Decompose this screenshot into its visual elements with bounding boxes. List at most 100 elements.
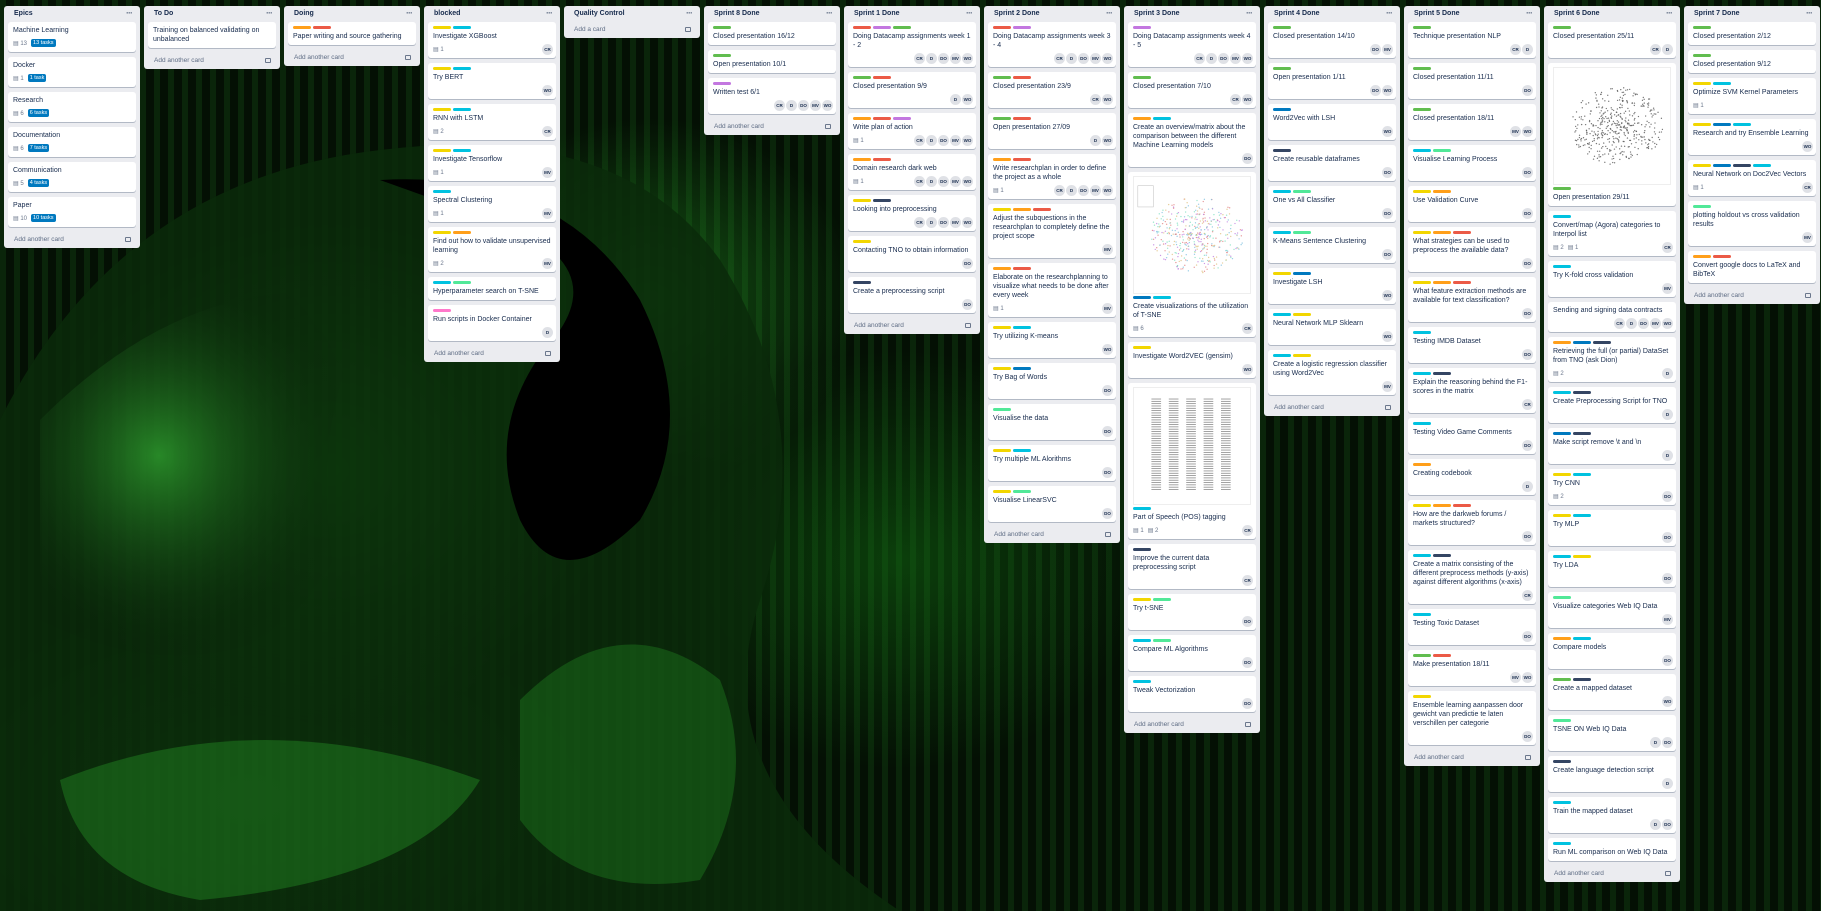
label-green[interactable] <box>1553 678 1571 681</box>
label-black[interactable] <box>1593 341 1611 344</box>
card[interactable]: Improve the current data preprocessing s… <box>1128 544 1256 589</box>
card[interactable]: Adjust the subquestions in the researchp… <box>988 204 1116 258</box>
label-green[interactable] <box>1413 67 1431 70</box>
label-yellow[interactable] <box>1273 272 1291 275</box>
label-blue[interactable] <box>1553 432 1571 435</box>
label-yellow[interactable] <box>993 367 1011 370</box>
member-avatar[interactable]: WO <box>1662 318 1673 329</box>
member-avatar[interactable]: WO <box>1102 185 1113 196</box>
label-yellow[interactable] <box>433 67 451 70</box>
card[interactable]: Retrieving the full (or partial) DataSet… <box>1548 337 1676 382</box>
member-avatar[interactable]: MV <box>1662 614 1673 625</box>
member-avatar[interactable]: DO <box>798 100 809 111</box>
card[interactable]: Neural Network on Doc2Vec Vectors ▤ 1 CR <box>1688 160 1816 196</box>
label-yellow[interactable] <box>1693 123 1711 126</box>
label-yellow[interactable] <box>853 240 871 243</box>
label-orange[interactable] <box>1433 504 1451 507</box>
label-lime[interactable] <box>1553 596 1571 599</box>
member-avatar[interactable]: WO <box>1242 94 1253 105</box>
label-lime[interactable] <box>1293 190 1311 193</box>
label-lime[interactable] <box>1433 149 1451 152</box>
card[interactable]: Try LDA DO <box>1548 551 1676 587</box>
list-menu-icon[interactable]: ··· <box>1666 6 1673 21</box>
card[interactable]: What strategies can be used to preproces… <box>1408 227 1536 272</box>
card[interactable]: Training on balanced validating on unbal… <box>148 22 276 48</box>
member-avatar[interactable]: DO <box>1522 258 1533 269</box>
member-avatar[interactable]: D <box>1650 737 1661 748</box>
card[interactable]: Try multiple ML Alorithms DO <box>988 445 1116 481</box>
label-sky[interactable] <box>1713 82 1731 85</box>
label-yellow[interactable] <box>993 490 1011 493</box>
label-purple[interactable] <box>1013 26 1031 29</box>
label-green[interactable] <box>1553 26 1571 29</box>
member-avatar[interactable]: WO <box>1382 331 1393 342</box>
card[interactable]: Closed presentation 18/11 MV WO <box>1408 104 1536 140</box>
label-sky[interactable] <box>433 281 451 284</box>
card[interactable]: Creating codebook D <box>1408 459 1536 495</box>
label-orange[interactable] <box>1413 463 1431 466</box>
card[interactable]: Docker ▤ 11 task <box>8 57 136 87</box>
card[interactable]: Paper ▤ 10 10 tasks <box>8 197 136 227</box>
card[interactable]: Visualise the data DO <box>988 404 1116 440</box>
member-avatar[interactable]: CR <box>914 217 925 228</box>
list-menu-icon[interactable]: ··· <box>966 6 973 21</box>
card[interactable]: Written test 6/1 CR D DO MV WO <box>708 78 836 114</box>
member-avatar[interactable]: DO <box>1242 153 1253 164</box>
label-sky[interactable] <box>1153 117 1171 120</box>
card[interactable]: Try MLP DO <box>1548 510 1676 546</box>
card-template-icon[interactable] <box>685 27 691 32</box>
member-avatar[interactable]: WO <box>1102 344 1113 355</box>
label-black[interactable] <box>1433 372 1451 375</box>
label-sky[interactable] <box>1553 801 1571 804</box>
card-template-icon[interactable] <box>1245 722 1251 727</box>
card[interactable]: Closed presentation 23/9 CR WO <box>988 72 1116 108</box>
label-yellow[interactable] <box>1553 514 1571 517</box>
member-avatar[interactable]: MV <box>1090 185 1101 196</box>
label-yellow[interactable] <box>433 149 451 152</box>
member-avatar[interactable]: DO <box>1522 631 1533 642</box>
card[interactable]: Write researchplan in order to define th… <box>988 154 1116 199</box>
label-green[interactable] <box>853 76 871 79</box>
member-avatar[interactable]: DO <box>1522 349 1533 360</box>
list-menu-icon[interactable]: ··· <box>126 6 133 21</box>
label-purple[interactable] <box>873 26 891 29</box>
label-red[interactable] <box>853 26 871 29</box>
label-yellow[interactable] <box>1413 281 1431 284</box>
member-avatar[interactable]: WO <box>1522 672 1533 683</box>
member-avatar[interactable]: WO <box>962 176 973 187</box>
card[interactable]: Research ▤ 66 tasks <box>8 92 136 122</box>
label-orange[interactable] <box>1693 255 1711 258</box>
member-avatar[interactable]: WO <box>822 100 833 111</box>
card[interactable]: Compare ML Algorithms DO <box>1128 635 1256 671</box>
card[interactable]: Make script remove \t and \n D <box>1548 428 1676 464</box>
member-avatar[interactable]: CR <box>1054 53 1065 64</box>
card[interactable]: Testing Toxic Dataset DO <box>1408 609 1536 645</box>
card[interactable]: Technique presentation NLP CR D <box>1408 22 1536 58</box>
label-orange[interactable] <box>993 267 1011 270</box>
label-green[interactable] <box>1273 26 1291 29</box>
label-sky[interactable] <box>1753 164 1771 167</box>
member-avatar[interactable]: WO <box>1102 53 1113 64</box>
label-yellow[interactable] <box>433 108 451 111</box>
member-avatar[interactable]: D <box>1522 44 1533 55</box>
member-avatar[interactable]: D <box>1662 778 1673 789</box>
label-black[interactable] <box>1273 149 1291 152</box>
member-avatar[interactable]: MV <box>950 176 961 187</box>
label-black[interactable] <box>1573 678 1591 681</box>
member-avatar[interactable]: DO <box>1370 85 1381 96</box>
card-template-icon[interactable] <box>1105 532 1111 537</box>
card[interactable]: Investigate Word2VEC (gensim) WO <box>1128 342 1256 378</box>
member-avatar[interactable]: MV <box>542 258 553 269</box>
card[interactable]: Optimize SVM Kernel Parameters ▤ 1 <box>1688 78 1816 114</box>
member-avatar[interactable]: D <box>926 53 937 64</box>
label-yellow[interactable] <box>1133 346 1151 349</box>
member-avatar[interactable]: DO <box>938 176 949 187</box>
label-orange[interactable] <box>1433 231 1451 234</box>
card[interactable]: Paper writing and source gathering <box>288 22 416 45</box>
label-orange[interactable] <box>1433 190 1451 193</box>
member-avatar[interactable]: D <box>926 135 937 146</box>
card[interactable]: plotting holdout vs cross validation res… <box>1688 201 1816 246</box>
add-card-button[interactable]: Add another card <box>428 346 556 362</box>
label-sky[interactable] <box>1273 354 1291 357</box>
card[interactable]: Closed presentation 16/12 <box>708 22 836 45</box>
